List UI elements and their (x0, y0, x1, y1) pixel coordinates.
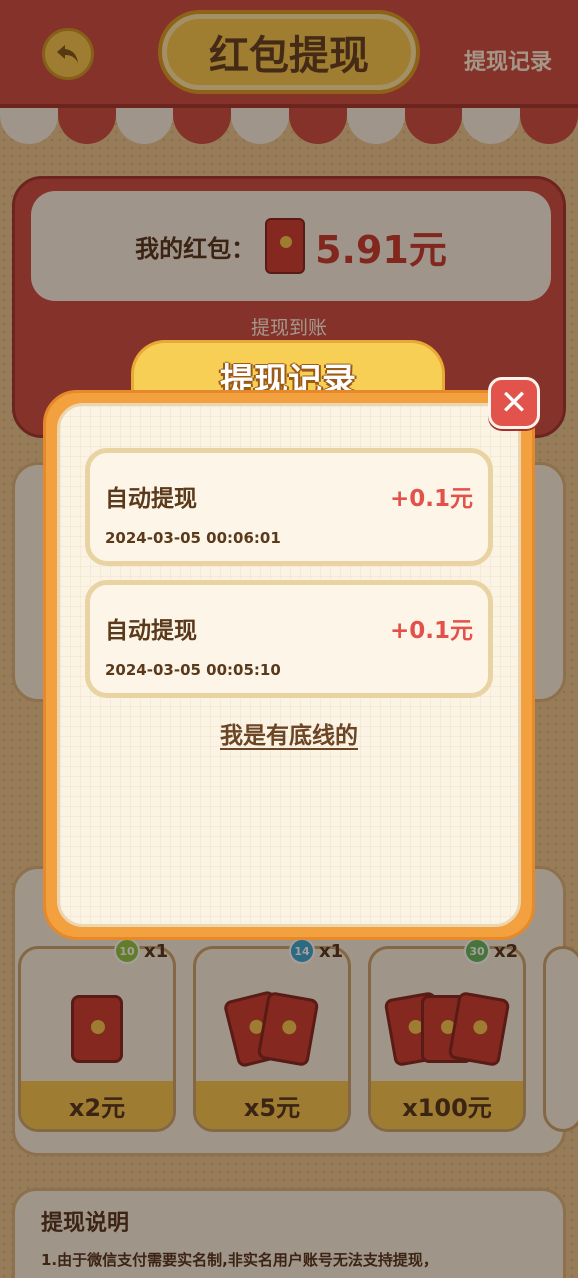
record-time: 2024-03-05 00:05:10 (105, 661, 281, 679)
record-amount: +0.1元 (389, 486, 473, 512)
end-of-list-text: 我是有底线的 (220, 723, 358, 749)
close-icon: ✕ (499, 383, 529, 423)
record-item: 自动提现 +0.1元 2024-03-05 00:05:10 (85, 580, 493, 698)
record-time: 2024-03-05 00:06:01 (105, 529, 281, 547)
record-type: 自动提现 (105, 486, 197, 512)
record-item: 自动提现 +0.1元 2024-03-05 00:06:01 (85, 448, 493, 566)
record-type: 自动提现 (105, 618, 197, 644)
record-amount: +0.1元 (389, 618, 473, 644)
close-button[interactable]: ✕ (488, 377, 540, 429)
